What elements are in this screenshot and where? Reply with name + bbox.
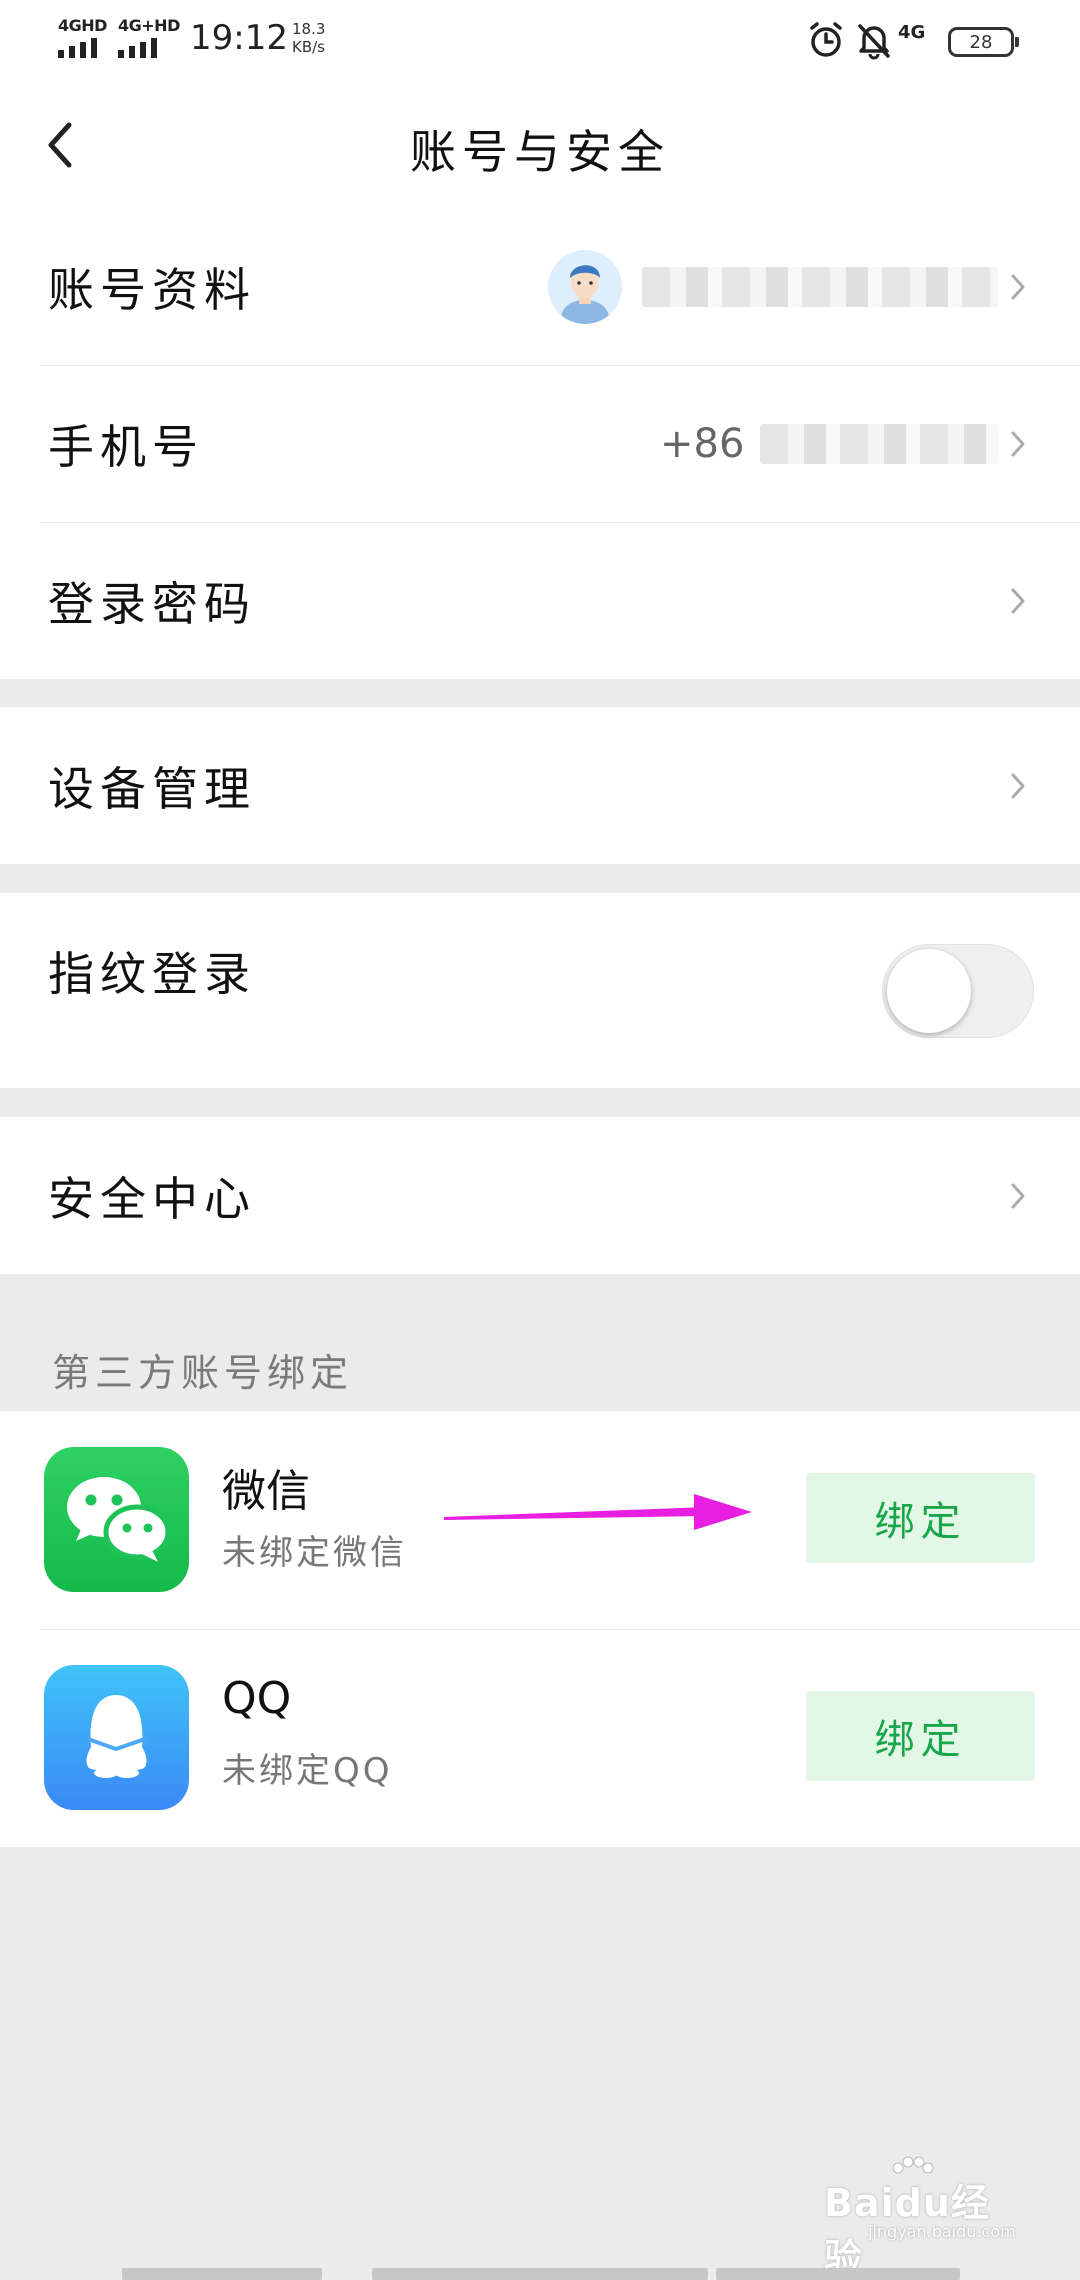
fingerprint-login-toggle[interactable] (882, 943, 1034, 1038)
chevron-right-icon (1011, 431, 1025, 456)
sim1-signal-icon: 4GHD (56, 14, 112, 60)
security-section: 安全中心 (0, 1117, 1080, 1274)
wechat-name: 微信 (222, 1466, 310, 1517)
chevron-right-icon (1011, 274, 1025, 299)
wechat-bind-status: 未绑定微信 (222, 1533, 407, 1573)
fingerprint-login-label: 指纹登录 (48, 947, 256, 1001)
phone-row[interactable]: 手机号 +86 (0, 365, 1080, 522)
sim2-signal-icon: 4G+HD (116, 14, 180, 60)
redacted-phone-number (760, 423, 998, 464)
tab-indicator (372, 2268, 708, 2280)
alarm-icon (810, 22, 842, 57)
login-password-label: 登录密码 (48, 576, 256, 631)
third-party-header: 第三方账号绑定 (52, 1351, 354, 1395)
chevron-right-icon (1011, 773, 1025, 798)
qq-icon (44, 1665, 189, 1810)
tab-indicator (716, 2268, 960, 2280)
avatar (548, 250, 622, 324)
qq-bind-row: QQ 未绑定QQ 绑定 (0, 1629, 1080, 1847)
tab-indicator (122, 2268, 322, 2280)
account-section: 账号资料 手机号 +86 登录密码 (0, 208, 1080, 679)
login-password-row[interactable]: 登录密码 (0, 522, 1080, 679)
battery-icon: 28 (948, 27, 1019, 57)
device-management-row[interactable]: 设备管理 (0, 707, 1080, 864)
qq-bind-status: 未绑定QQ (222, 1751, 393, 1791)
device-section: 设备管理 (0, 707, 1080, 864)
battery-level: 28 (969, 31, 993, 53)
wechat-icon (44, 1447, 189, 1592)
network-speed-value: 18.3 (292, 20, 326, 38)
network-speed-unit: KB/s (292, 38, 325, 56)
account-profile-row[interactable]: 账号资料 (0, 208, 1080, 365)
wechat-bind-button[interactable]: 绑定 (806, 1473, 1035, 1563)
third-party-section: 微信 未绑定微信 绑定 QQ 未绑定QQ 绑定 (0, 1411, 1080, 1847)
phone-prefix: +86 (660, 420, 745, 467)
sim2-network-label: 4G+HD (118, 16, 180, 35)
qq-name: QQ (222, 1673, 292, 1724)
network-type: 4G (898, 22, 926, 43)
chevron-right-icon (1011, 1183, 1025, 1208)
redacted-nickname (642, 266, 998, 307)
sim1-network-label: 4GHD (58, 16, 107, 35)
fingerprint-login-row: 指纹登录 (0, 893, 1080, 1088)
device-management-label: 设备管理 (48, 761, 256, 816)
toggle-knob (887, 948, 971, 1033)
baidu-watermark: Baidu经验 jingyan.baidu.com (824, 2156, 1024, 2280)
phone-label: 手机号 (48, 419, 204, 474)
status-time: 19:12 (190, 18, 288, 58)
watermark-url: jingyan.baidu.com (868, 2222, 1016, 2241)
security-center-label: 安全中心 (48, 1171, 256, 1226)
bottom-tab-strip (0, 2268, 1080, 2280)
nav-bar: 账号与安全 (0, 80, 1080, 208)
network-speed: 18.3 KB/s (292, 20, 325, 56)
page-title: 账号与安全 (410, 125, 670, 179)
qq-bind-button[interactable]: 绑定 (806, 1691, 1035, 1781)
bell-off-icon (858, 24, 890, 60)
account-profile-label: 账号资料 (48, 262, 256, 317)
security-center-row[interactable]: 安全中心 (0, 1117, 1080, 1274)
chevron-right-icon (1011, 588, 1025, 613)
fingerprint-section: 指纹登录 (0, 893, 1080, 1088)
status-bar: 4GHD 4G+HD 19:12 18.3 KB/s 4G 28 (0, 0, 1080, 80)
annotation-arrow (444, 1494, 752, 1530)
